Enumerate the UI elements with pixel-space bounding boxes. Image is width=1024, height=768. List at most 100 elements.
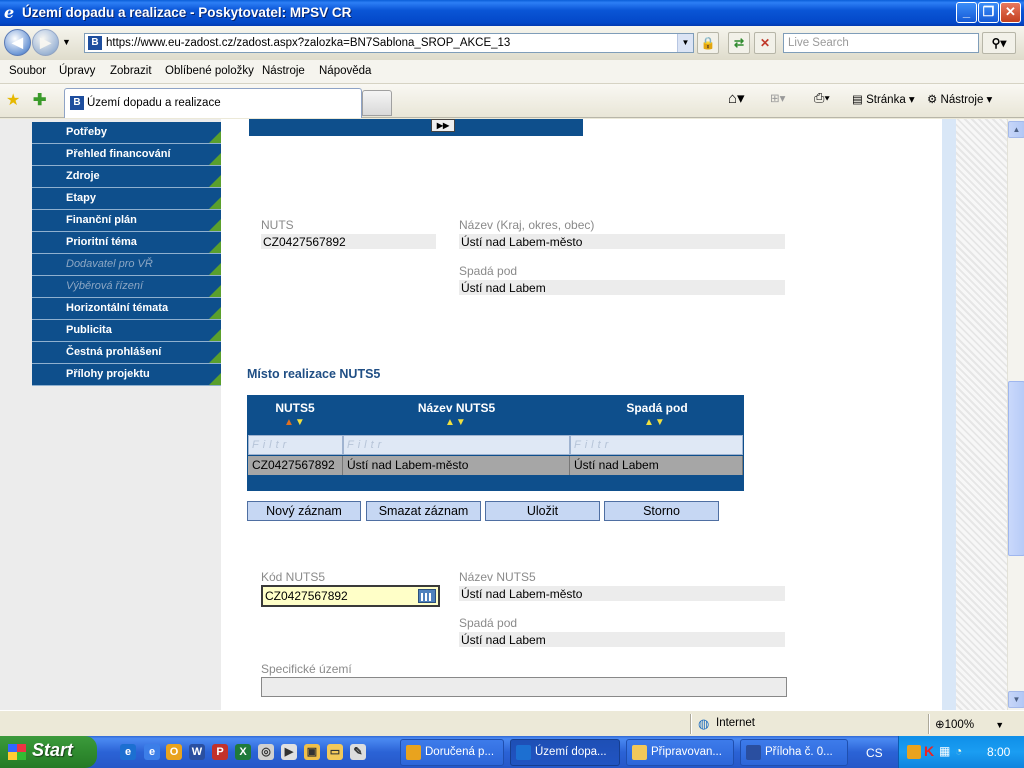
zoom-level: 100%	[944, 719, 975, 731]
history-dropdown-icon[interactable]: ▼	[62, 37, 71, 47]
tray-outlook-icon[interactable]	[907, 745, 921, 759]
sidebar-item-prehled-financovani[interactable]: Přehled financování	[32, 144, 221, 166]
print-icon[interactable]: ⎙▾	[814, 90, 830, 106]
vertical-scrollbar[interactable]: ▲ ▼	[1007, 119, 1024, 710]
ie-quicklaunch-icon[interactable]: e	[120, 744, 136, 760]
media-quicklaunch-icon[interactable]: ▶	[281, 744, 297, 760]
app-quicklaunch-icon[interactable]: ◎	[258, 744, 274, 760]
sidebar-item-prilohy-projektu[interactable]: Přílohy projektu	[32, 364, 221, 386]
new-record-button[interactable]: Nový záznam	[247, 501, 361, 521]
sidebar-item-horizontalni-temata[interactable]: Horizontální témata	[32, 298, 221, 320]
cell-nuts5[interactable]: CZ0427567892	[248, 456, 343, 475]
nuts-name-label: Název (Kraj, okres, obec)	[459, 218, 595, 232]
close-button[interactable]: ✕	[1000, 2, 1021, 23]
column-header-name[interactable]: Název NUTS5	[343, 401, 570, 415]
address-field[interactable]: B https://www.eu-zadost.cz/zadost.aspx?z…	[84, 33, 694, 53]
sort-arrows-icon[interactable]: ▲▼	[284, 417, 306, 428]
page-icon: ▤	[852, 94, 863, 106]
zone-label: Internet	[716, 717, 755, 729]
excel-quicklaunch-icon[interactable]: X	[235, 744, 251, 760]
powerpoint-quicklaunch-icon[interactable]: P	[212, 744, 228, 760]
minimize-button[interactable]: _	[956, 2, 977, 23]
filter-parent[interactable]: Filtr	[570, 435, 743, 455]
cancel-button[interactable]: Storno	[604, 501, 719, 521]
tab-active[interactable]: B Území dopadu a realizace	[64, 88, 362, 118]
favorites-star-icon[interactable]: ★	[6, 90, 20, 110]
column-header-nuts5[interactable]: NUTS5	[247, 401, 343, 415]
menu-bar: Soubor Úpravy Zobrazit Oblíbené položky …	[0, 60, 1024, 84]
system-tray: K ▦ ◔ 8:00	[898, 736, 1024, 768]
cell-parent[interactable]: Ústí nad Labem	[570, 456, 743, 475]
maximize-button[interactable]: ❐	[978, 2, 999, 23]
zoom-control[interactable]: ⊕100% ▼	[935, 717, 1004, 731]
desktop-quicklaunch-icon[interactable]: ▣	[304, 744, 320, 760]
sidebar-item-zdroje[interactable]: Zdroje	[32, 166, 221, 188]
start-label: Start	[32, 740, 74, 760]
sidebar-item-prioritni-tema[interactable]: Prioritní téma	[32, 232, 221, 254]
ie7-quicklaunch-icon[interactable]: e	[144, 744, 160, 760]
sidebar-item-cestna-prohlaseni[interactable]: Čestná prohlášení	[32, 342, 221, 364]
new-tab-button[interactable]	[362, 90, 392, 116]
cell-name[interactable]: Ústí nad Labem-město	[343, 456, 570, 475]
page-menu[interactable]: ▤ Stránka ▾	[852, 92, 915, 106]
tray-volume-icon[interactable]: ◔	[955, 744, 962, 758]
sidebar-item-potreby[interactable]: Potřeby	[32, 122, 221, 144]
menu-file[interactable]: Soubor	[9, 65, 46, 77]
delete-record-button[interactable]: Smazat záznam	[366, 501, 481, 521]
search-input[interactable]: Live Search	[783, 33, 979, 53]
menu-tools[interactable]: Nástroje	[262, 65, 305, 77]
task-folder[interactable]: Připravovan...	[626, 739, 734, 766]
menu-favorites[interactable]: Oblíbené položky	[165, 65, 254, 77]
lookup-table-icon[interactable]	[418, 589, 436, 603]
sort-arrows-icon[interactable]: ▲▼	[644, 417, 666, 428]
address-dropdown-icon[interactable]: ▼	[677, 34, 693, 52]
tool-quicklaunch-icon[interactable]: ✎	[350, 744, 366, 760]
status-divider	[928, 714, 930, 734]
page-menu-label: Stránka	[866, 94, 906, 106]
sidebar-item-publicita[interactable]: Publicita	[32, 320, 221, 342]
filter-nuts5[interactable]: Filtr	[248, 435, 343, 455]
forward-button[interactable]: ▶	[32, 29, 59, 56]
add-favorites-icon[interactable]: ✚	[33, 90, 46, 110]
detail-parent-label: Spadá pod	[459, 616, 518, 630]
search-button[interactable]: ⚲▾	[982, 32, 1016, 54]
right-band	[942, 119, 956, 710]
menu-help[interactable]: Nápověda	[319, 65, 371, 77]
task-outlook[interactable]: Doručená p...	[400, 739, 504, 766]
task-label: Území dopa...	[535, 746, 607, 758]
next-page-button[interactable]: ▶▶	[431, 119, 455, 132]
start-button[interactable]: Start	[0, 736, 97, 768]
filter-name[interactable]: Filtr	[343, 435, 570, 455]
tools-menu[interactable]: ⚙ Nástroje ▾	[927, 92, 992, 106]
lock-icon[interactable]: 🔒	[697, 32, 719, 54]
scroll-thumb[interactable]	[1008, 381, 1024, 556]
task-word[interactable]: Příloha č. 0...	[740, 739, 848, 766]
ie-icon	[516, 745, 531, 760]
back-button[interactable]: ◀	[4, 29, 31, 56]
outlook-quicklaunch-icon[interactable]: O	[166, 744, 182, 760]
language-indicator[interactable]: CS	[866, 746, 883, 760]
site-favicon-icon: B	[88, 36, 102, 50]
refresh-button[interactable]: ⇄	[728, 32, 750, 54]
specific-area-field[interactable]	[261, 677, 787, 697]
url-text: https://www.eu-zadost.cz/zadost.aspx?zal…	[106, 37, 511, 49]
sort-arrows-icon[interactable]: ▲▼	[445, 417, 467, 428]
word-quicklaunch-icon[interactable]: W	[189, 744, 205, 760]
home-icon[interactable]: ⌂▾	[728, 89, 745, 107]
tray-network-icon[interactable]: ▦	[939, 744, 950, 758]
nuts-value: CZ0427567892	[261, 234, 436, 249]
code-input[interactable]: CZ0427567892	[261, 585, 440, 607]
scroll-down-icon[interactable]: ▼	[1008, 691, 1024, 708]
scroll-up-icon[interactable]: ▲	[1008, 121, 1024, 138]
feeds-icon[interactable]: ⊞▾	[770, 91, 785, 105]
stop-button[interactable]: ✕	[754, 32, 776, 54]
menu-view[interactable]: Zobrazit	[110, 65, 152, 77]
tray-antivirus-icon[interactable]: K	[924, 743, 934, 759]
task-ie[interactable]: Území dopa...	[510, 739, 620, 766]
column-header-parent[interactable]: Spadá pod	[570, 401, 744, 415]
sidebar-item-financni-plan[interactable]: Finanční plán	[32, 210, 221, 232]
folder-quicklaunch-icon[interactable]: ▭	[327, 744, 343, 760]
sidebar-item-etapy[interactable]: Etapy	[32, 188, 221, 210]
menu-edit[interactable]: Úpravy	[59, 65, 95, 77]
save-button[interactable]: Uložit	[485, 501, 600, 521]
